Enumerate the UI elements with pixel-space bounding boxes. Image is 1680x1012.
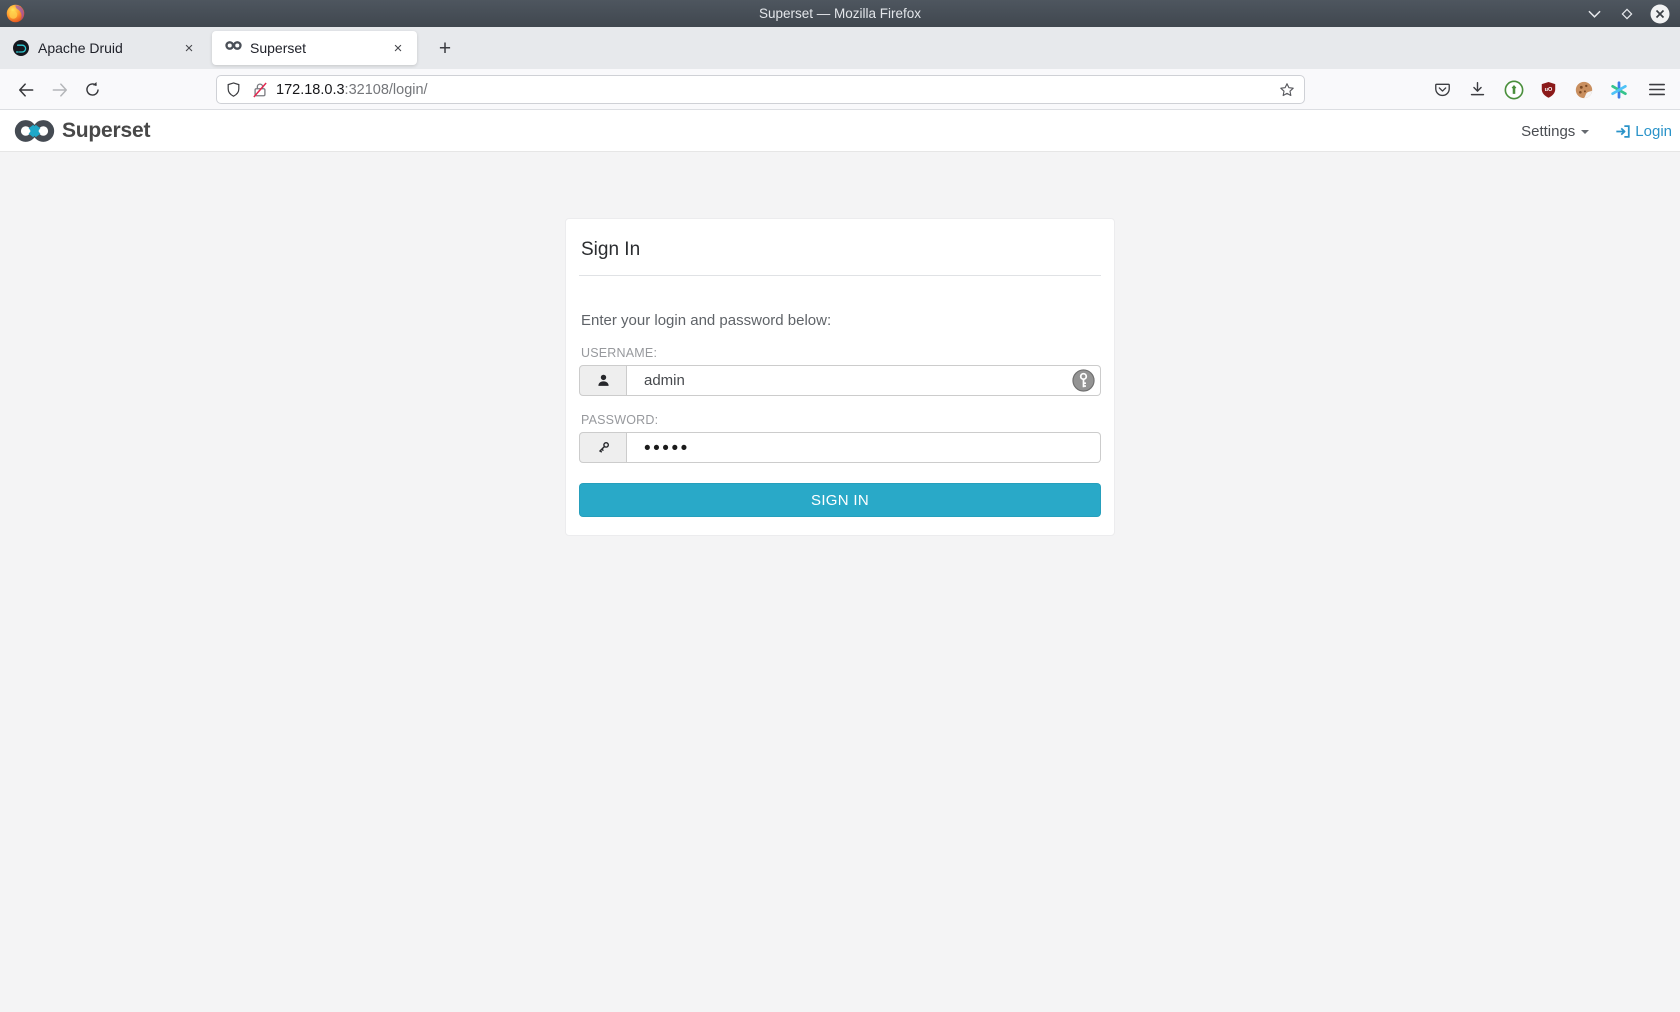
maximize-icon[interactable]: [1617, 4, 1637, 24]
sign-in-arrow-icon: [1615, 124, 1631, 139]
druid-favicon-icon: [13, 40, 29, 56]
tab-close-icon[interactable]: ×: [178, 37, 200, 59]
ublock-origin-icon[interactable]: uO: [1535, 76, 1562, 103]
password-manager-key-icon[interactable]: [1072, 369, 1095, 392]
insecure-lock-icon[interactable]: [251, 81, 269, 99]
caret-down-icon: [1581, 130, 1590, 134]
login-label: Login: [1635, 122, 1672, 140]
tab-close-icon[interactable]: ×: [387, 37, 409, 59]
asterisk-extension-icon[interactable]: [1605, 76, 1632, 103]
bookmark-star-icon[interactable]: [1278, 81, 1296, 99]
password-input[interactable]: [627, 432, 1101, 463]
superset-navbar: Superset Settings Login: [0, 110, 1680, 152]
extension-green-badge-icon[interactable]: [1500, 76, 1527, 103]
username-label: USERNAME:: [581, 346, 658, 360]
back-button[interactable]: [12, 76, 39, 103]
window-titlebar: Superset — Mozilla Firefox: [0, 0, 1680, 27]
superset-brand[interactable]: Superset: [12, 110, 150, 152]
window-title: Superset — Mozilla Firefox: [758, 6, 922, 21]
url-host: 172.18.0.3: [276, 81, 345, 98]
password-input-group: [579, 432, 1101, 463]
key-icon: [579, 432, 627, 463]
sign-in-panel: Sign In Enter your login and password be…: [565, 218, 1115, 536]
window-controls: [1584, 0, 1670, 27]
forward-button[interactable]: [46, 76, 73, 103]
username-input[interactable]: [627, 365, 1101, 396]
login-link[interactable]: Login: [1615, 123, 1672, 140]
password-label: PASSWORD:: [581, 413, 659, 427]
tab-superset[interactable]: Superset ×: [212, 31, 417, 65]
pocket-icon[interactable]: [1429, 76, 1456, 103]
tab-apache-druid[interactable]: Apache Druid ×: [0, 31, 208, 65]
svg-text:uO: uO: [1545, 87, 1553, 93]
tab-label: Superset: [250, 40, 307, 56]
navbar-right: Settings Login: [1521, 110, 1672, 152]
tab-bar: Apache Druid × Superset × +: [0, 27, 1680, 69]
settings-label: Settings: [1521, 122, 1576, 140]
page-body: Sign In Enter your login and password be…: [0, 218, 1680, 1012]
url-bar[interactable]: 172.18.0.3:32108/login/: [216, 75, 1305, 104]
sign-in-button[interactable]: SIGN IN: [579, 483, 1101, 517]
instruction-text: Enter your login and password below:: [581, 312, 832, 329]
reload-button[interactable]: [79, 76, 106, 103]
cookie-extension-icon[interactable]: [1570, 76, 1597, 103]
menu-hamburger-icon[interactable]: [1643, 76, 1670, 103]
tab-label: Apache Druid: [38, 40, 123, 56]
brand-name: Superset: [62, 119, 151, 142]
close-window-icon[interactable]: [1650, 4, 1670, 24]
minimize-icon[interactable]: [1584, 4, 1604, 24]
downloads-icon[interactable]: [1464, 76, 1491, 103]
superset-logo-icon: [12, 117, 57, 145]
settings-menu[interactable]: Settings: [1521, 122, 1590, 140]
navigation-toolbar: 172.18.0.3:32108/login/ uO: [0, 69, 1680, 110]
user-icon: [579, 365, 627, 396]
username-input-group: [579, 365, 1101, 396]
new-tab-button[interactable]: +: [430, 34, 460, 64]
url-path: :32108/login/: [344, 81, 428, 98]
url-text[interactable]: 172.18.0.3:32108/login/: [276, 82, 428, 98]
tracking-protection-shield-icon[interactable]: [225, 81, 242, 98]
panel-title: Sign In: [579, 234, 1101, 276]
superset-favicon-icon: [225, 40, 242, 56]
